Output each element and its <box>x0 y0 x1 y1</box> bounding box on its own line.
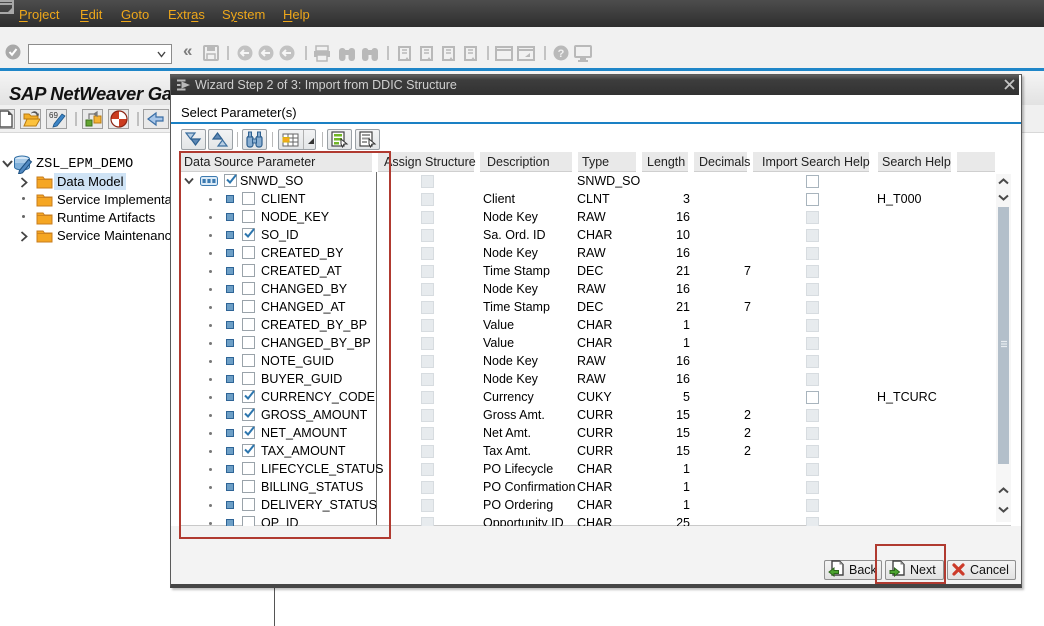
svg-text:?: ? <box>558 48 565 60</box>
svg-text:69: 69 <box>49 111 58 120</box>
